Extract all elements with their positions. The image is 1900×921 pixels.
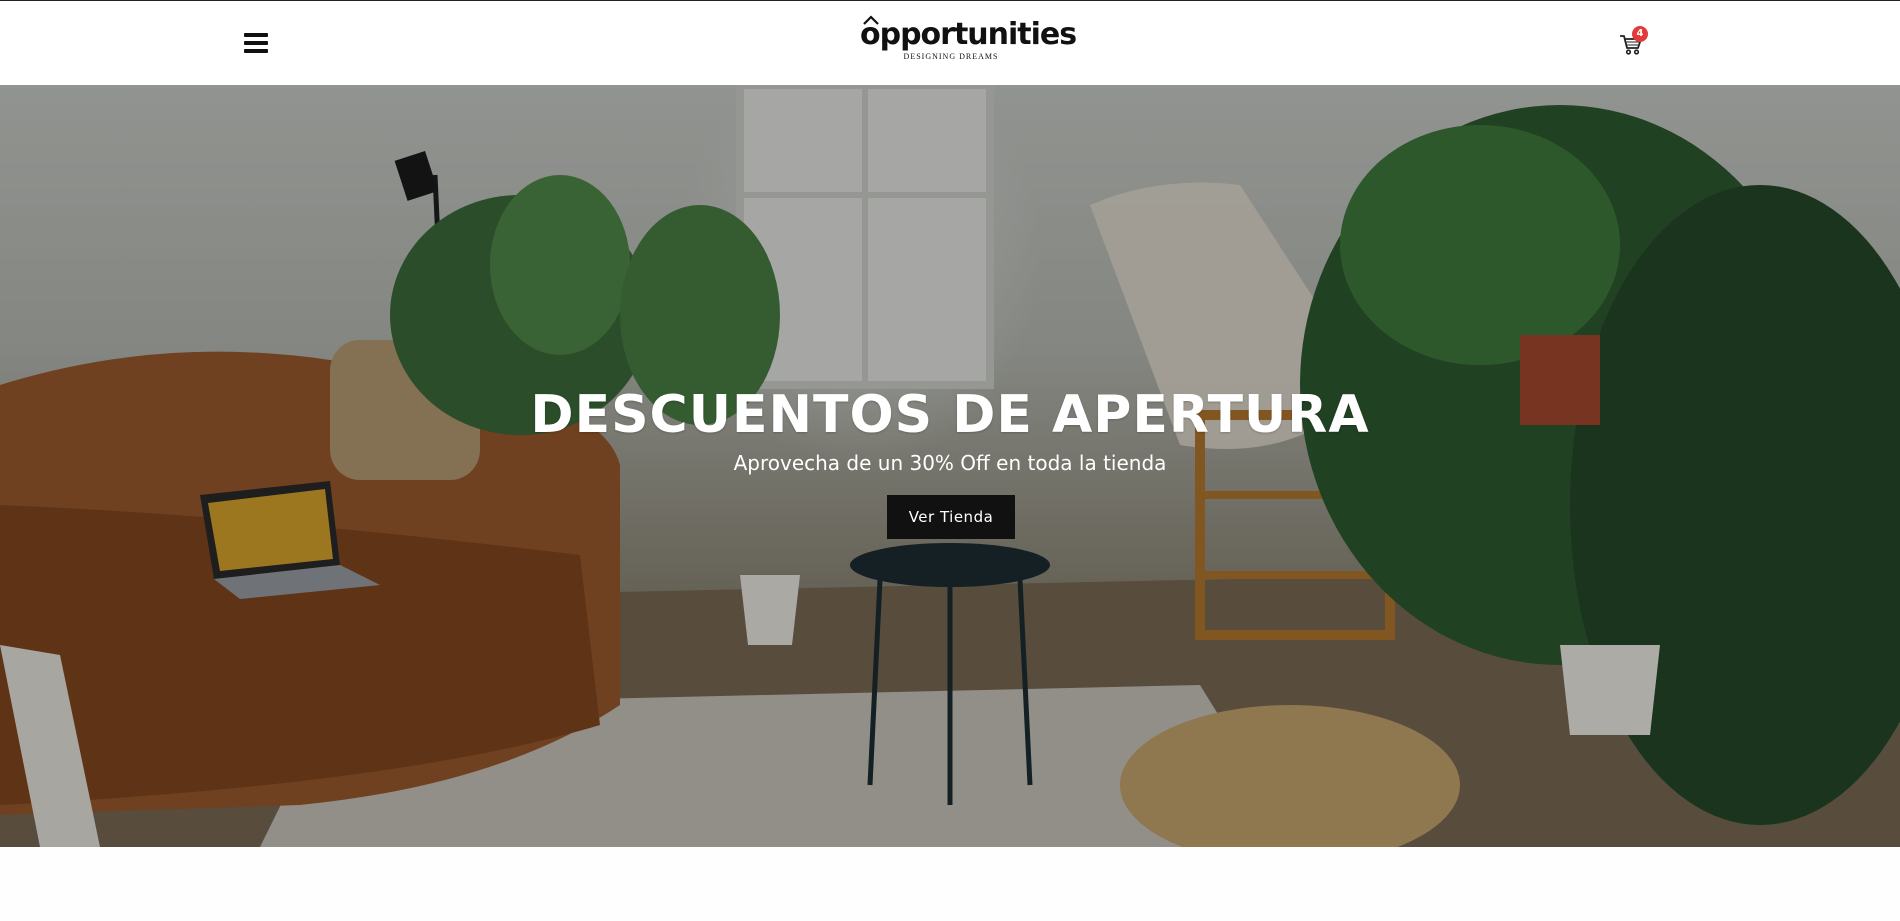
site-logo[interactable]: opportunities DESIGNING DREAMS xyxy=(860,15,1077,67)
site-header: opportunities DESIGNING DREAMS 4 xyxy=(0,1,1900,85)
hamburger-menu-button[interactable] xyxy=(244,31,272,55)
logo-caret-icon xyxy=(863,15,879,25)
cart-count-badge: 4 xyxy=(1632,26,1648,42)
content-area xyxy=(0,847,1900,921)
hero-subtitle: Aprovecha de un 30% Off en toda la tiend… xyxy=(733,451,1167,475)
hamburger-icon xyxy=(244,33,268,37)
hero-title: DESCUENTOS DE APERTURA xyxy=(530,385,1370,445)
shop-now-button[interactable]: Ver Tienda xyxy=(887,495,1015,539)
logo-tagline: DESIGNING DREAMS xyxy=(903,52,999,61)
hero-banner: DESCUENTOS DE APERTURA Aprovecha de un 3… xyxy=(0,85,1900,847)
logo-text: opportunities xyxy=(860,17,1077,52)
